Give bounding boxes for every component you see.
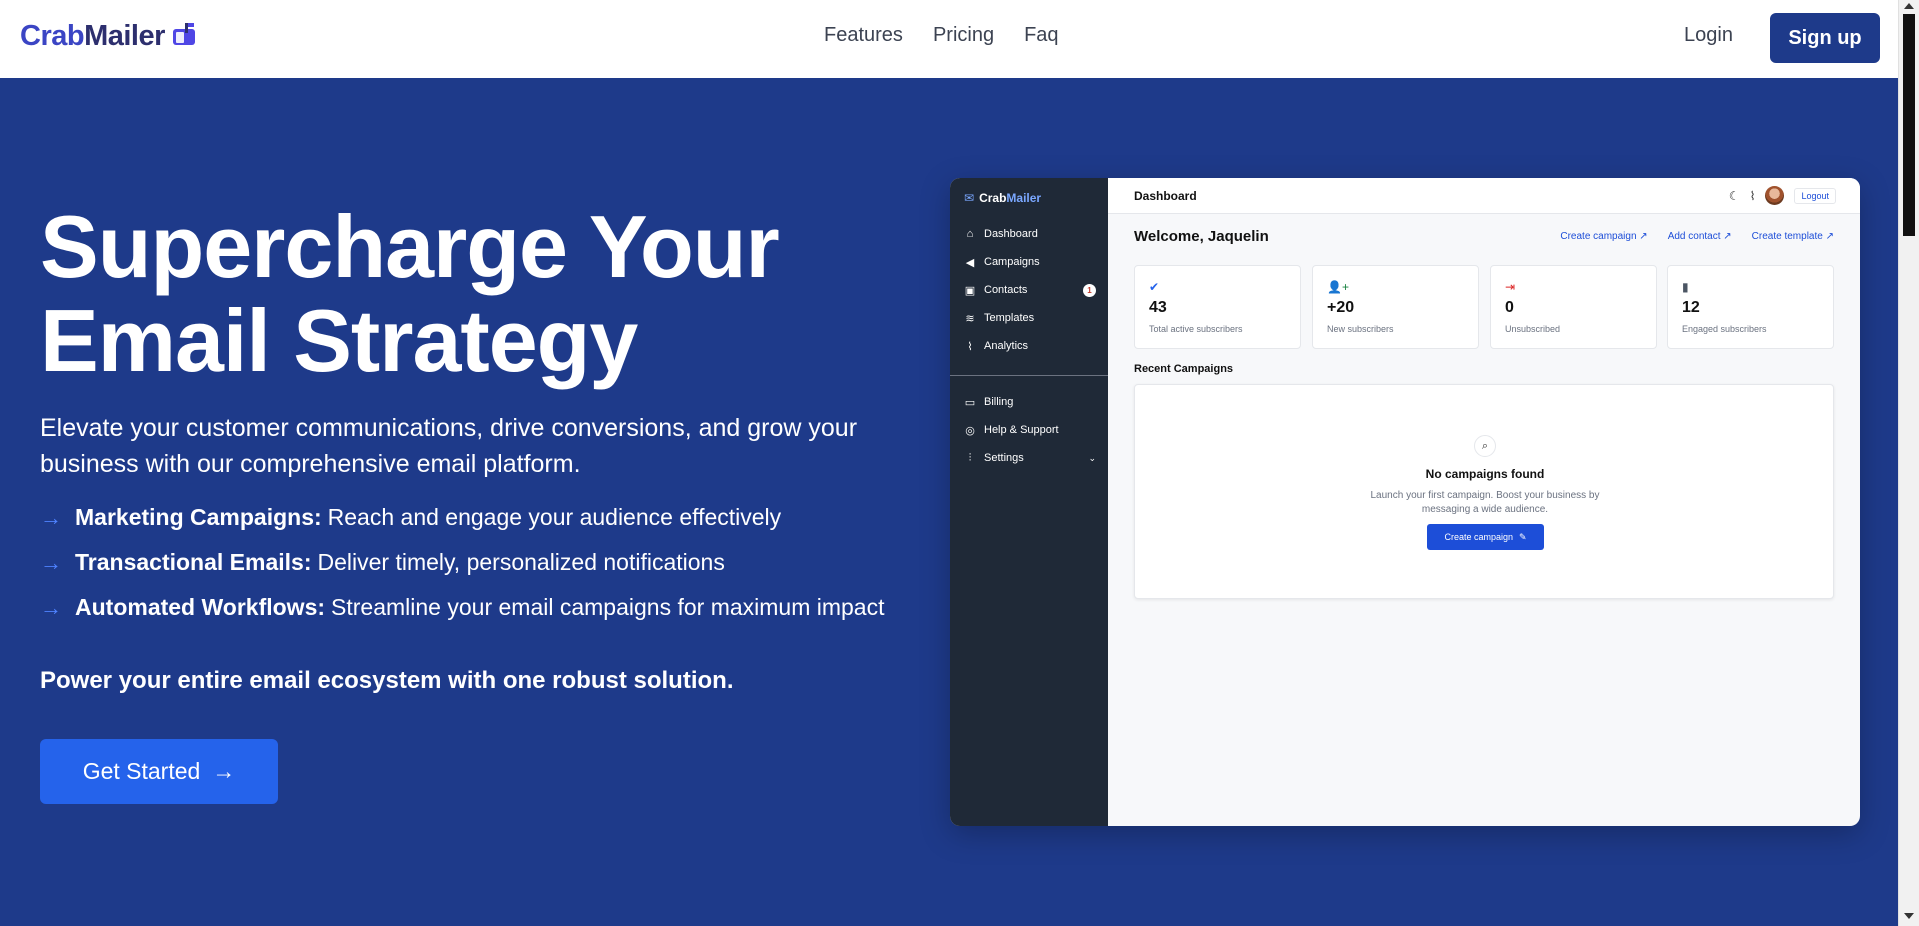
scroll-thumb[interactable]	[1903, 14, 1915, 236]
stat-card: ▮ 12 Engaged subscribers	[1667, 265, 1834, 349]
check-badge-icon: ✔	[1149, 280, 1160, 294]
sidebar-item-campaigns[interactable]: ◀ Campaigns	[964, 256, 1096, 269]
get-started-label: Get Started	[82, 758, 201, 784]
create-campaign-button[interactable]: Create campaign ✎	[1427, 524, 1544, 550]
preview-sidebar: ✉ CrabMailer ⌂ Dashboard ◀ Campaigns ▣ Cont…	[950, 178, 1108, 826]
stat-label: Total active subscribers	[1149, 324, 1243, 334]
create-template-link[interactable]: Create template ↗	[1752, 231, 1834, 242]
feature-title: Automated Workflows:	[75, 594, 326, 620]
feature-item: → Marketing Campaigns: Reach and engage …	[40, 495, 940, 540]
avatar[interactable]	[1765, 186, 1785, 205]
logout-button[interactable]: Logout	[1794, 187, 1836, 204]
login-link[interactable]: Login	[1684, 24, 1733, 47]
arrow-right-icon: →	[40, 549, 62, 575]
nav-pricing-link[interactable]: Pricing	[933, 24, 994, 47]
preview-topbar: Dashboard ☾ ⌇ Logout	[1108, 178, 1860, 214]
quick-links: Create campaign ↗ Add contact ↗ Create t…	[1560, 231, 1834, 242]
empty-description: Launch your first campaign. Boost your b…	[1370, 490, 1600, 515]
sidebar-item-contacts[interactable]: ▣ Contacts 1	[964, 283, 1096, 297]
nav-faq-link[interactable]: Faq	[1024, 24, 1058, 47]
sidebar-item-help[interactable]: ◎ Help & Support	[964, 424, 1096, 437]
lifebuoy-icon: ◎	[965, 424, 975, 437]
arrow-right-icon: →	[40, 504, 62, 530]
mailbox-icon: ✉	[964, 191, 975, 205]
stat-card: 👤+ +20 New subscribers	[1312, 265, 1479, 349]
hero-section: Supercharge Your Email Strategy Elevate …	[0, 78, 1898, 926]
sidebar-item-dashboard[interactable]: ⌂ Dashboard	[964, 228, 1096, 240]
hero-tagline: Power your entire email ecosystem with o…	[40, 667, 734, 694]
sidebar-divider	[950, 375, 1108, 376]
stat-label: Unsubscribed	[1505, 324, 1561, 334]
preview-page-title: Dashboard	[1134, 189, 1197, 203]
get-started-button[interactable]: Get Started →	[40, 739, 278, 804]
nav-features-link[interactable]: Features	[824, 24, 903, 47]
feature-item: → Automated Workflows: Streamline your e…	[40, 585, 940, 630]
feature-desc: Reach and engage your audience effective…	[327, 504, 782, 530]
external-link-icon: ↗	[1825, 231, 1834, 242]
chart-icon: ⌇	[967, 340, 973, 353]
feature-title: Transactional Emails:	[75, 549, 312, 575]
main-nav: Features Pricing Faq	[824, 24, 1059, 47]
feature-desc: Streamline your email campaigns for maxi…	[331, 594, 885, 620]
stat-card: ⇥ 0 Unsubscribed	[1490, 265, 1657, 349]
arrow-right-icon: →	[40, 594, 62, 620]
feature-desc: Deliver timely, personalized notificatio…	[317, 549, 725, 575]
sliders-icon: ⫶	[968, 451, 972, 464]
feature-list: → Marketing Campaigns: Reach and engage …	[40, 495, 940, 630]
page-scrollbar[interactable]	[1898, 0, 1919, 926]
brand-name: CrabMailer	[20, 20, 165, 52]
dashboard-preview: ✉ CrabMailer ⌂ Dashboard ◀ Campaigns ▣ Cont…	[950, 178, 1860, 826]
hero-title: Supercharge Your Email Strategy	[40, 197, 780, 390]
stat-label: New subscribers	[1327, 324, 1394, 334]
user-plus-icon: 👤+	[1327, 280, 1349, 294]
sidebar-item-templates[interactable]: ≋ Templates	[964, 312, 1096, 325]
top-navbar: CrabMailer Features Pricing Faq Login Si…	[0, 0, 1898, 78]
stat-value: 43	[1149, 299, 1167, 316]
sidebar-item-billing[interactable]: ▭ Billing	[964, 396, 1096, 409]
signup-button[interactable]: Sign up	[1770, 13, 1880, 63]
sidebar-item-analytics[interactable]: ⌇ Analytics	[964, 340, 1096, 353]
mailbox-icon	[171, 21, 199, 52]
hero-subtitle: Elevate your customer communications, dr…	[40, 414, 858, 478]
moon-icon[interactable]: ☾	[1729, 189, 1740, 203]
stat-value: 12	[1682, 299, 1700, 316]
preview-top-actions: ☾ ⌇ Logout	[1729, 186, 1836, 205]
contacts-icon: ▣	[964, 284, 976, 297]
analytics-icon[interactable]: ⌇	[1750, 189, 1756, 203]
stat-label: Engaged subscribers	[1682, 324, 1767, 334]
chevron-down-icon: ⌄	[1088, 452, 1096, 463]
stat-card: ✔ 43 Total active subscribers	[1134, 265, 1301, 349]
scroll-down-icon[interactable]	[1904, 913, 1914, 919]
empty-campaigns-panel: ⌕ No campaigns found Launch your first c…	[1134, 384, 1834, 599]
feature-item: → Transactional Emails: Deliver timely, …	[40, 540, 940, 585]
home-icon: ⌂	[966, 228, 974, 240]
sidebar-item-settings[interactable]: ⫶ Settings ⌄	[964, 451, 1096, 465]
create-campaign-link[interactable]: Create campaign ↗	[1560, 231, 1647, 242]
feature-title: Marketing Campaigns:	[75, 504, 322, 530]
contacts-badge: 1	[1083, 283, 1096, 297]
external-link-icon: ↗	[1723, 231, 1732, 242]
brand-logo[interactable]: CrabMailer	[20, 20, 199, 53]
card-icon: ▭	[964, 396, 976, 409]
edit-icon: ✎	[1519, 531, 1527, 542]
stat-value: 0	[1505, 299, 1514, 316]
layers-icon: ≋	[965, 312, 975, 325]
search-icon: ⌕	[1474, 435, 1496, 457]
welcome-heading: Welcome, Jaquelin	[1134, 228, 1269, 245]
logout-arrow-icon: ⇥	[1505, 280, 1516, 294]
megaphone-icon: ◀	[965, 256, 975, 269]
stat-value: +20	[1327, 299, 1355, 316]
external-link-icon: ↗	[1639, 231, 1648, 242]
scroll-up-icon[interactable]	[1904, 3, 1914, 9]
recent-campaigns-heading: Recent Campaigns	[1134, 363, 1234, 375]
empty-title: No campaigns found	[1425, 467, 1545, 481]
bookmark-icon: ▮	[1682, 280, 1689, 294]
add-contact-link[interactable]: Add contact ↗	[1668, 231, 1732, 242]
preview-brand: ✉ CrabMailer	[964, 191, 1042, 205]
arrow-right-icon: →	[212, 758, 236, 784]
